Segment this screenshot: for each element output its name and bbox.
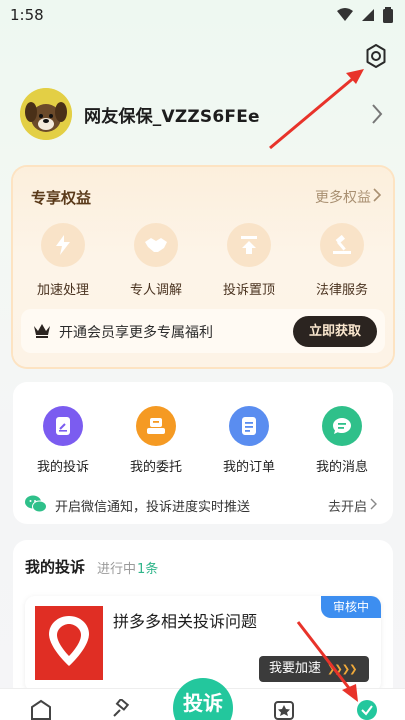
service-my-complaints[interactable]: 我的投诉 [28,406,98,475]
nav-mine[interactable] [356,699,378,720]
gear-icon [366,44,386,68]
service-label: 我的投诉 [36,460,89,475]
benefit-label: 法律服务 [315,283,368,298]
accelerate-arrows: ❯❯❯❯ [327,664,357,675]
service-label: 我的消息 [315,460,368,475]
message-icon [322,406,362,446]
nav-tools[interactable] [112,697,134,720]
chevron-right-icon [370,498,377,510]
complaint-item-title: 拼多多相关投诉问题 [113,612,258,631]
status-bar: 1:58 [0,0,405,32]
service-label: 我的委托 [129,460,182,475]
benefit-label: 专人调解 [129,283,182,298]
nav-favorites[interactable] [273,699,295,720]
pinduoduo-logo [35,606,103,680]
wechat-icon [25,495,47,513]
wechat-notify-row[interactable]: 开启微信通知，投诉进度实时推送 去开启 [13,490,393,518]
delegate-icon [136,406,176,446]
promo-text: 开通会员享更多专属福利 [59,325,213,341]
benefit-label: 投诉置顶 [222,283,275,298]
accelerate-button[interactable]: 我要加速 ❯❯❯❯ [259,656,369,682]
get-now-button[interactable]: 立即获取 [293,316,377,347]
nav-home[interactable] [30,699,52,720]
order-icon [229,406,269,446]
status-time: 1:58 [10,6,44,24]
chevron-right-icon [372,104,383,124]
benefits-card: 专享权益 更多权益 加速处理 专人调解 投诉置顶 法律服务 开通会员享更多专属福… [13,167,393,367]
status-badge: 审核中 [321,596,381,618]
gavel-icon [113,697,130,717]
home-icon [31,699,51,720]
signal-icon [362,9,374,21]
handshake-icon [134,223,178,267]
pin-top-icon [227,223,271,267]
status-icons [337,7,393,23]
gavel-icon [320,223,364,267]
settings-button[interactable] [362,42,390,70]
wifi-icon [337,8,353,21]
services-card: 我的投诉 我的委托 我的订单 我的消息 开启微信通知，投诉进度实时推送 去开启 [13,382,393,524]
benefit-accelerate[interactable]: 加速处理 [28,223,98,298]
complaints-status-label: 进行中 [97,562,137,577]
check-circle-icon [357,700,377,720]
chevron-right-icon [373,188,381,202]
more-benefits-link[interactable]: 更多权益 [315,187,371,207]
benefits-title: 专享权益 [31,189,92,207]
edit-doc-icon [43,406,83,446]
complaints-count: 1条 [137,562,159,577]
enable-wechat-button[interactable]: 去开启 [328,496,367,515]
service-my-messages[interactable]: 我的消息 [307,406,377,475]
star-icon [274,701,294,720]
wechat-notify-text: 开启微信通知，投诉进度实时推送 [55,500,251,515]
benefit-pin-top[interactable]: 投诉置顶 [214,223,284,298]
username: 网友保保_VZZS6FEe [84,107,260,127]
benefit-label: 加速处理 [36,283,89,298]
battery-icon [383,7,393,23]
accelerate-label: 我要加速 [269,661,322,676]
benefit-legal[interactable]: 法律服务 [307,223,377,298]
my-complaints-card: 我的投诉 进行中 1条 拼多多相关投诉问题 审核中 我要加速 ❯❯❯❯ [13,540,393,700]
benefit-mediation[interactable]: 专人调解 [121,223,191,298]
lightning-icon [41,223,85,267]
membership-promo[interactable]: 开通会员享更多专属福利 立即获取 [21,309,385,353]
service-my-delegations[interactable]: 我的委托 [121,406,191,475]
service-label: 我的订单 [222,460,275,475]
complaints-title: 我的投诉 [25,558,86,576]
crown-icon [34,324,50,338]
service-my-orders[interactable]: 我的订单 [214,406,284,475]
avatar[interactable] [20,88,72,140]
profile-row[interactable]: 网友保保_VZZS6FEe [20,88,390,140]
